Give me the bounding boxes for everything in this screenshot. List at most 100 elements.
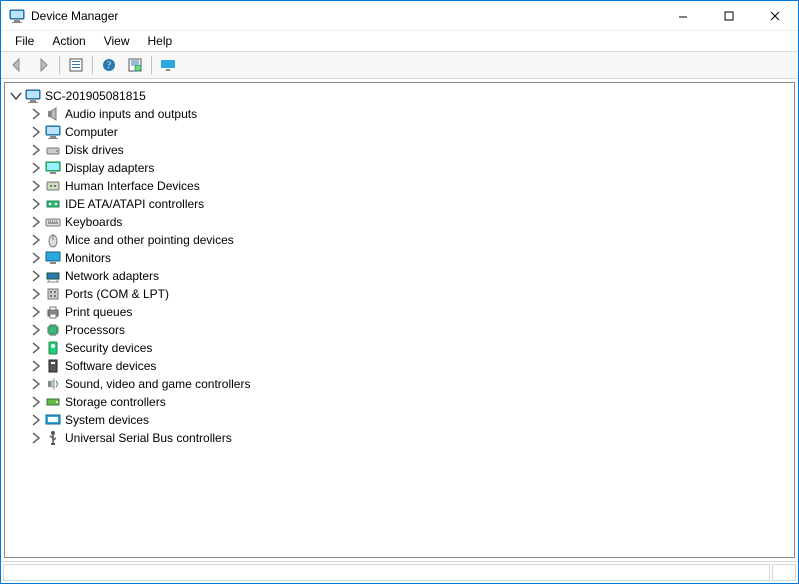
tree-category-label: Disk drives <box>65 143 124 157</box>
keyboard-icon <box>45 214 61 230</box>
expand-icon[interactable] <box>29 215 43 229</box>
maximize-button[interactable] <box>706 1 752 31</box>
tree-category-label: Human Interface Devices <box>65 179 200 193</box>
tree-category-node[interactable]: Ports (COM & LPT) <box>27 285 792 303</box>
tree-category-label: Monitors <box>65 251 111 265</box>
expand-icon[interactable] <box>29 431 43 445</box>
tree-category-node[interactable]: Monitors <box>27 249 792 267</box>
tree-category-node[interactable]: IDE ATA/ATAPI controllers <box>27 195 792 213</box>
expand-icon[interactable] <box>29 323 43 337</box>
expand-icon[interactable] <box>29 107 43 121</box>
tree-category-node[interactable]: Display adapters <box>27 159 792 177</box>
display-icon <box>45 160 61 176</box>
tree-category-node[interactable]: Network adapters <box>27 267 792 285</box>
menu-action[interactable]: Action <box>44 33 93 49</box>
menu-view[interactable]: View <box>96 33 138 49</box>
device-tree-pane[interactable]: SC-201905081815 Audio inputs and outputs… <box>4 82 795 558</box>
ports-icon <box>45 286 61 302</box>
toolbar-separator <box>151 56 152 74</box>
status-cell <box>3 564 770 581</box>
security-icon <box>45 340 61 356</box>
toolbar <box>1 51 798 79</box>
tree-category-label: Network adapters <box>65 269 159 283</box>
sound-icon <box>45 376 61 392</box>
statusbar <box>1 561 798 583</box>
tree-category-node[interactable]: Audio inputs and outputs <box>27 105 792 123</box>
expand-icon[interactable] <box>29 233 43 247</box>
show-hide-console-tree-button[interactable] <box>64 54 88 76</box>
tree-category-node[interactable]: Mice and other pointing devices <box>27 231 792 249</box>
tree-category-node[interactable]: Human Interface Devices <box>27 177 792 195</box>
printer-icon <box>45 304 61 320</box>
expand-icon[interactable] <box>29 413 43 427</box>
menu-file[interactable]: File <box>7 33 42 49</box>
tree-category-label: System devices <box>65 413 149 427</box>
tree-category-label: Computer <box>65 125 118 139</box>
tree-category-node[interactable]: System devices <box>27 411 792 429</box>
storage-icon <box>45 394 61 410</box>
ide-icon <box>45 196 61 212</box>
expand-icon[interactable] <box>29 305 43 319</box>
tree-category-node[interactable]: Computer <box>27 123 792 141</box>
computer-icon <box>25 88 41 104</box>
tree-category-node[interactable]: Processors <box>27 321 792 339</box>
tree-category-node[interactable]: Storage controllers <box>27 393 792 411</box>
tree-category-node[interactable]: Sound, video and game controllers <box>27 375 792 393</box>
mouse-icon <box>45 232 61 248</box>
computer-icon <box>45 124 61 140</box>
expand-icon[interactable] <box>29 197 43 211</box>
tree-category-label: Storage controllers <box>65 395 166 409</box>
disk-icon <box>45 142 61 158</box>
expand-icon[interactable] <box>29 359 43 373</box>
back-button[interactable] <box>5 54 29 76</box>
titlebar: Device Manager <box>1 1 798 31</box>
toolbar-separator <box>59 56 60 74</box>
device-manager-window: Device Manager File Action View Help <box>0 0 799 584</box>
system-icon <box>45 412 61 428</box>
menu-help[interactable]: Help <box>140 33 181 49</box>
tree-category-node[interactable]: Software devices <box>27 357 792 375</box>
tree-category-label: Keyboards <box>65 215 122 229</box>
tree-category-label: IDE ATA/ATAPI controllers <box>65 197 204 211</box>
close-button[interactable] <box>752 1 798 31</box>
expand-icon[interactable] <box>29 179 43 193</box>
tree-category-node[interactable]: Disk drives <box>27 141 792 159</box>
window-title: Device Manager <box>31 9 118 23</box>
tree-category-label: Mice and other pointing devices <box>65 233 234 247</box>
toolbar-separator <box>92 56 93 74</box>
tree-category-label: Security devices <box>65 341 152 355</box>
tree-category-label: Ports (COM & LPT) <box>65 287 169 301</box>
expand-icon[interactable] <box>29 269 43 283</box>
forward-button[interactable] <box>31 54 55 76</box>
expand-icon[interactable] <box>29 251 43 265</box>
expand-icon[interactable] <box>29 377 43 391</box>
hid-icon <box>45 178 61 194</box>
expand-icon[interactable] <box>29 161 43 175</box>
expand-icon[interactable] <box>29 341 43 355</box>
tree-root-node[interactable]: SC-201905081815 <box>7 87 792 105</box>
monitor-icon <box>45 250 61 266</box>
expand-icon[interactable] <box>29 287 43 301</box>
tree-category-label: Display adapters <box>65 161 154 175</box>
tree-category-label: Software devices <box>65 359 156 373</box>
status-grip <box>772 564 796 581</box>
speaker-icon <box>45 106 61 122</box>
tree-category-node[interactable]: Print queues <box>27 303 792 321</box>
tree-category-node[interactable]: Security devices <box>27 339 792 357</box>
collapse-icon[interactable] <box>9 89 23 103</box>
tree-category-node[interactable]: Keyboards <box>27 213 792 231</box>
software-icon <box>45 358 61 374</box>
tree-category-label: Processors <box>65 323 125 337</box>
minimize-button[interactable] <box>660 1 706 31</box>
help-button[interactable] <box>97 54 121 76</box>
tree-category-label: Audio inputs and outputs <box>65 107 197 121</box>
tree-category-label: Universal Serial Bus controllers <box>65 431 232 445</box>
expand-icon[interactable] <box>29 125 43 139</box>
view-devices-button[interactable] <box>156 54 180 76</box>
scan-hardware-button[interactable] <box>123 54 147 76</box>
expand-icon[interactable] <box>29 143 43 157</box>
tree-root-label: SC-201905081815 <box>45 89 146 103</box>
expand-icon[interactable] <box>29 395 43 409</box>
tree-category-node[interactable]: Universal Serial Bus controllers <box>27 429 792 447</box>
network-icon <box>45 268 61 284</box>
